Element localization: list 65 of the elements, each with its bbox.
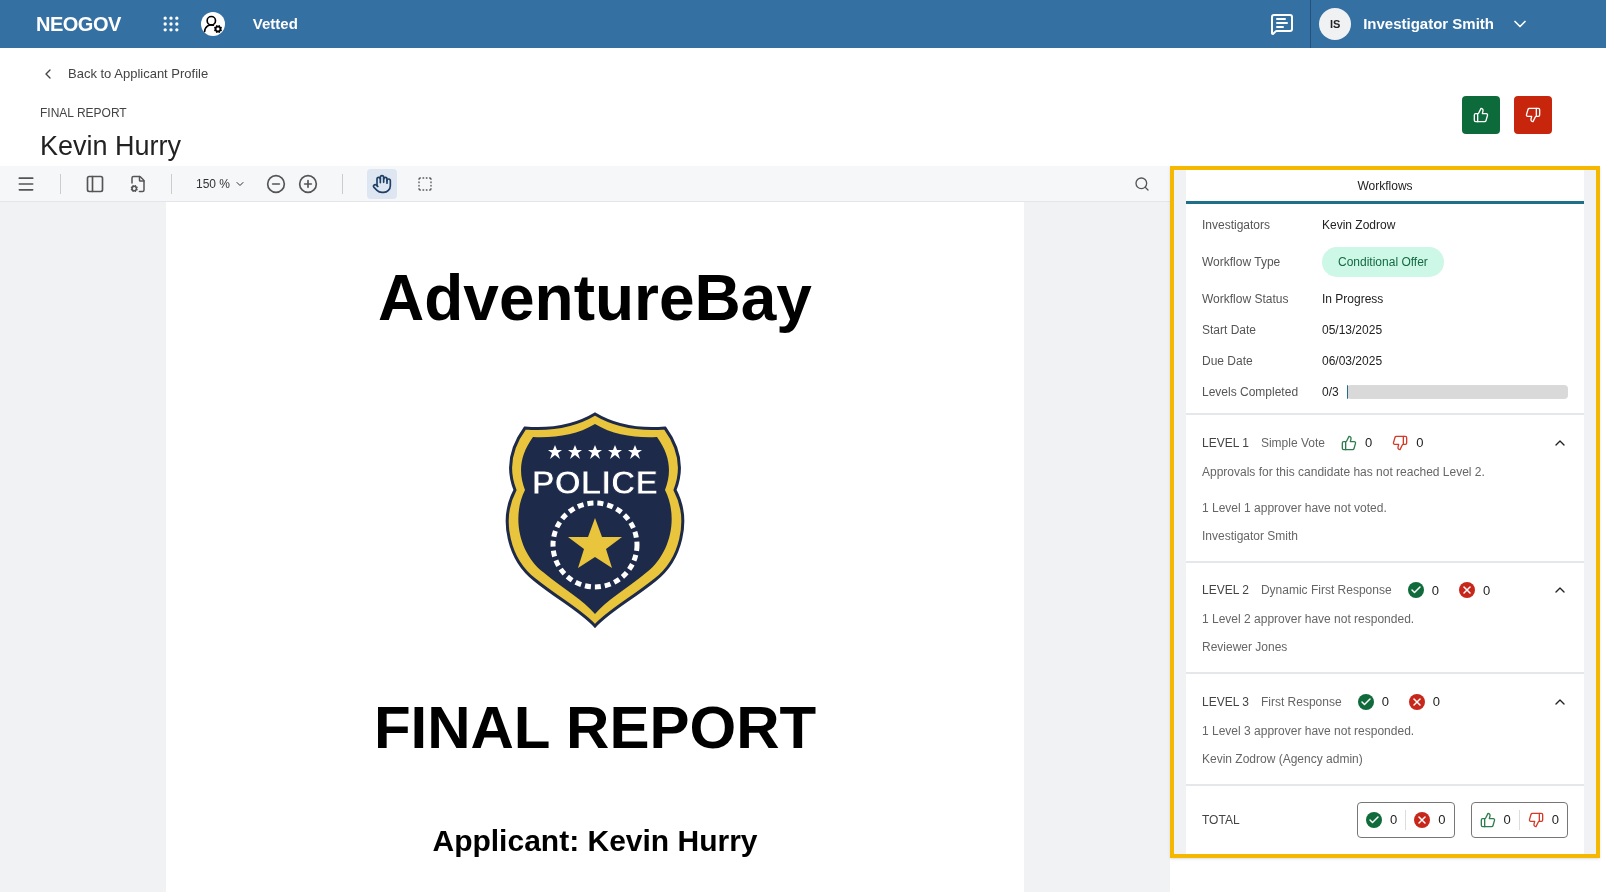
approve-count: 0 [1503,810,1511,829]
hand-tool-button[interactable] [367,168,398,199]
search-icon[interactable] [1134,175,1150,192]
level-note: Approvals for this candidate has not reached Level 2. [1202,463,1486,481]
user-name[interactable]: Investigator Smith [1363,12,1494,36]
thumbs-down-icon [1527,811,1544,828]
detail-value: 06/03/2025 [1322,353,1383,370]
thumbs-down-icon [1525,107,1541,123]
detail-label: Workflow Status [1202,291,1290,308]
reject-count: 0 [1438,810,1446,829]
reject-button[interactable] [1514,96,1552,134]
police-badge-drawing: POLICE [505,410,685,630]
approve-count: 0 [1431,581,1439,600]
detail-label: Levels Completed [1202,384,1300,401]
level-title: LEVEL 2 [1202,582,1249,600]
detail-value: 0/3 [1322,384,1339,401]
approve-count: 0 [1364,434,1373,452]
zoom-in-icon[interactable] [298,173,319,194]
level-title: LEVEL 3 [1202,693,1249,711]
detail-label: Due Date [1202,353,1254,370]
detail-value: 05/13/2025 [1322,322,1383,339]
workflows-tab[interactable]: Workflows [1186,170,1584,204]
reject-count: 0 [1551,810,1559,829]
sidebar-toggle-icon[interactable] [85,173,105,194]
detail-label: Investigators [1202,217,1272,234]
level-note: 1 Level 1 approver have not voted. [1202,499,1388,517]
thumbs-up-icon [1340,434,1357,451]
reject-count: 0 [1432,693,1441,711]
thumbs-up-icon [1479,811,1496,828]
level-note: 1 Level 2 approver have not responded. [1202,611,1416,628]
thumbs-up-icon [1473,107,1489,123]
app-name[interactable]: Vetted [252,12,298,36]
level-note: Investigator Smith [1202,527,1300,545]
zoom-dropdown[interactable]: 150 % [196,174,247,193]
brand-logo[interactable]: NEOGOV [36,9,121,39]
level-note: 1 Level 3 approver have not responded. [1202,722,1416,740]
document-heading: FINAL REPORT [373,698,817,758]
approve-count: 0 [1390,810,1398,829]
level-title: LEVEL 1 [1202,434,1249,452]
level-type: Simple Vote [1260,434,1325,452]
detail-label: Start Date [1202,322,1258,339]
level-note: Reviewer Jones [1202,639,1289,656]
detail-value: Kevin Zodrow [1322,217,1396,234]
level-type: Dynamic First Response [1260,582,1392,600]
level-note: Kevin Zodrow (Agency admin) [1202,750,1364,768]
reject-count: 0 [1482,581,1491,600]
detail-value: In Progress [1322,291,1384,308]
page-title: Kevin Hurry [40,129,183,163]
approve-button[interactable] [1462,96,1500,134]
reject-count: 0 [1416,434,1424,452]
detail-label: Workflow Type [1202,254,1282,271]
thumbs-down-icon [1392,434,1409,451]
vetted-app-icon[interactable] [200,12,225,36]
back-link[interactable]: Back to Applicant Profile [40,64,209,84]
level-type: First Response [1260,693,1342,711]
workflow-type-pill: Conditional Offer [1322,247,1444,277]
marquee-select-icon[interactable] [417,175,434,192]
messages-icon[interactable] [1270,12,1295,36]
document-applicant: Applicant: Kevin Hurry [432,823,758,859]
user-avatar[interactable]: IS [1319,8,1352,40]
file-settings-icon[interactable] [129,174,147,193]
page-eyebrow: FINAL REPORT [40,104,128,122]
zoom-out-icon[interactable] [266,173,287,194]
total-label: TOTAL [1202,811,1240,829]
approve-count: 0 [1381,693,1389,711]
